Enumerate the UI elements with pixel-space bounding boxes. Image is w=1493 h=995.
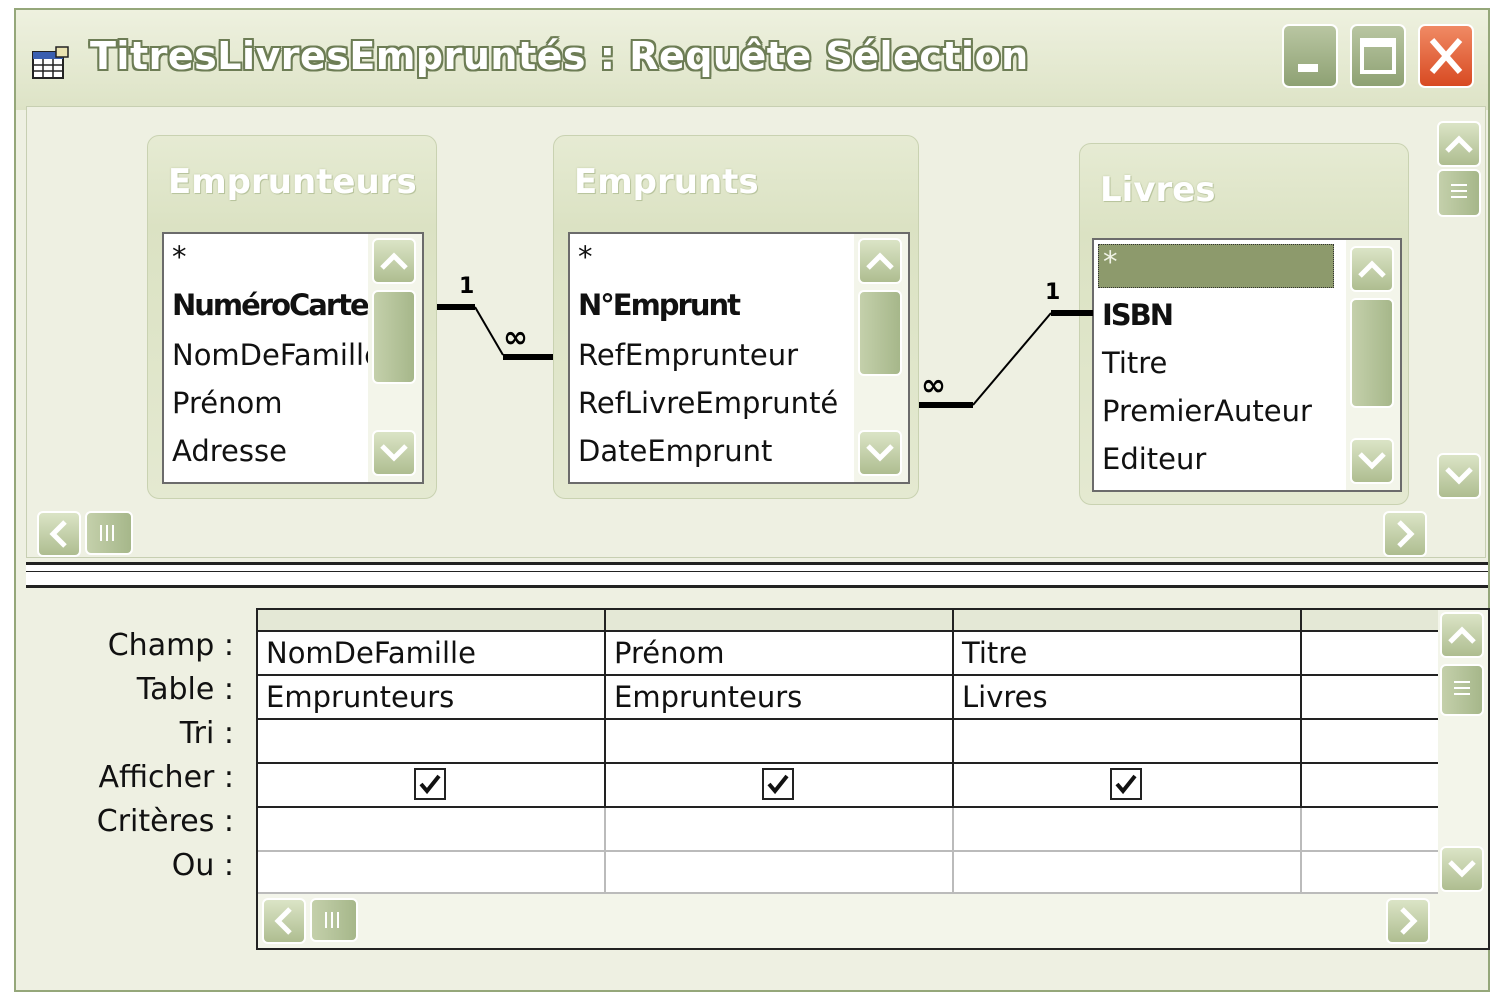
show-checkbox[interactable] — [1110, 768, 1142, 800]
row-label-champ: Champ : — [107, 628, 234, 663]
show-checkbox[interactable] — [762, 768, 794, 800]
cell-table[interactable]: Emprunteurs — [614, 680, 802, 714]
title-bar[interactable]: TitresLivresEmpruntés : Requête Sélectio… — [16, 10, 1488, 110]
minimize-button[interactable] — [1282, 24, 1338, 88]
column-selector-bar[interactable] — [258, 610, 1438, 630]
cell-champ[interactable]: Prénom — [614, 636, 724, 670]
row-label-tri: Tri : — [179, 716, 234, 751]
cell-champ[interactable]: NomDeFamille — [266, 636, 476, 670]
row-label-ou: Ou : — [171, 848, 234, 883]
relation-many-label: ∞ — [921, 368, 946, 403]
grid-scroll-right-button[interactable] — [1386, 898, 1430, 944]
grid-vscrollbar[interactable] — [1438, 610, 1488, 948]
grid-scroll-thumb[interactable] — [1440, 664, 1484, 716]
design-scroll-up-button[interactable] — [1437, 121, 1481, 167]
maximize-button[interactable] — [1350, 24, 1406, 88]
grid-scroll-down-button[interactable] — [1440, 846, 1484, 892]
relation-one-label: 1 — [1045, 280, 1060, 305]
design-scroll-thumb[interactable] — [1437, 169, 1481, 217]
minimize-icon — [1298, 64, 1318, 72]
cell-table[interactable]: Livres — [962, 680, 1048, 714]
relationship-lines: 1 ∞ 1 ∞ — [437, 274, 1093, 408]
design-scroll-right-button[interactable] — [1383, 511, 1427, 557]
close-button[interactable] — [1418, 24, 1474, 88]
checkmark-icon — [1115, 774, 1137, 795]
window-title: TitresLivresEmpruntés : Requête Sélectio… — [90, 34, 1029, 78]
maximize-icon — [1360, 38, 1396, 74]
pane-splitter[interactable] — [26, 562, 1488, 588]
relation-many-label: ∞ — [503, 320, 528, 355]
grid-scroll-up-button[interactable] — [1440, 612, 1484, 658]
checkmark-icon — [767, 774, 789, 795]
show-checkbox[interactable] — [414, 768, 446, 800]
close-icon — [1429, 38, 1463, 74]
query-design-grid[interactable]: NomDeFamille Emprunteurs Prénom Emprunte… — [256, 608, 1490, 950]
row-label-table: Table : — [136, 672, 234, 707]
cell-table[interactable]: Emprunteurs — [266, 680, 454, 714]
grip-icon — [325, 912, 339, 928]
relation-emprunteurs-emprunts — [437, 304, 1093, 408]
chevron-up-icon — [1448, 626, 1476, 644]
query-window: TitresLivresEmpruntés : Requête Sélectio… — [14, 8, 1490, 992]
chevron-up-icon — [1445, 135, 1473, 153]
chevron-left-icon — [49, 520, 67, 548]
chevron-left-icon — [274, 907, 292, 935]
chevron-right-icon — [1400, 907, 1418, 935]
row-label-criteres: Critères : — [96, 804, 234, 839]
relation-one-label: 1 — [459, 274, 474, 299]
chevron-down-icon — [1448, 860, 1476, 878]
cell-champ[interactable]: Titre — [962, 636, 1027, 670]
chevron-right-icon — [1397, 520, 1415, 548]
grip-icon — [100, 525, 114, 541]
grid-hscrollbar[interactable] — [258, 894, 1438, 948]
design-scroll-down-button[interactable] — [1437, 453, 1481, 499]
grid-scroll-thumb-h[interactable] — [310, 898, 358, 942]
chevron-down-icon — [1445, 467, 1473, 485]
design-scroll-left-button[interactable] — [37, 511, 81, 557]
grip-icon — [1454, 681, 1470, 695]
grip-icon — [1451, 184, 1467, 198]
query-window-icon — [32, 46, 69, 79]
checkmark-icon — [419, 774, 441, 795]
row-label-afficher: Afficher : — [98, 760, 234, 795]
grid-scroll-left-button[interactable] — [262, 898, 306, 944]
table-design-area: Emprunteurs * NuméroCarte NomDeFamille P… — [26, 106, 1486, 558]
design-scroll-thumb-h[interactable] — [85, 511, 133, 555]
